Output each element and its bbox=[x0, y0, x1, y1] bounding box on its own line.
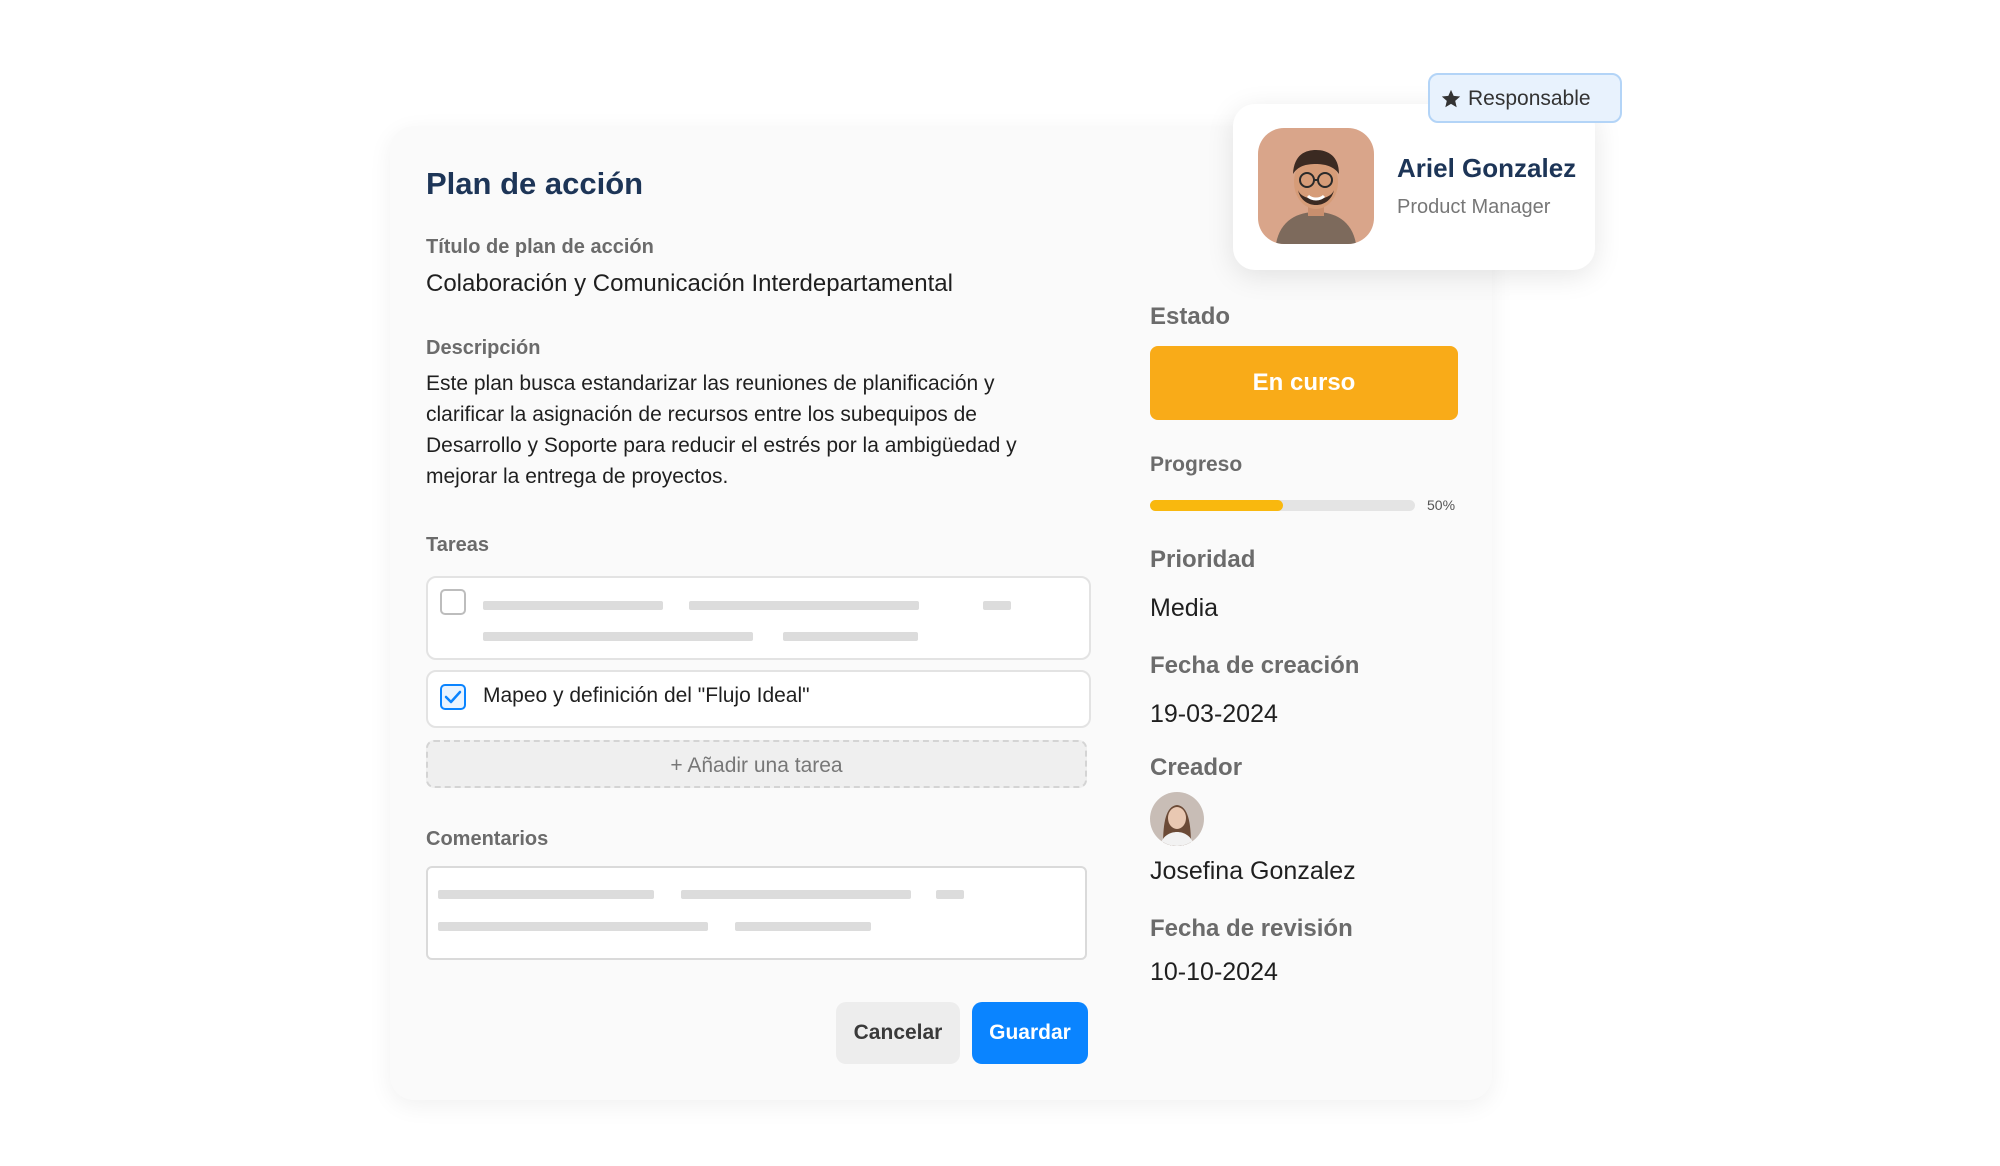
text-placeholder bbox=[438, 890, 654, 899]
page-title: Plan de acción bbox=[426, 166, 644, 201]
review-date-label: Fecha de revisión bbox=[1150, 915, 1353, 942]
text-placeholder bbox=[689, 601, 919, 610]
task-label: Mapeo y definición del "Flujo Ideal" bbox=[483, 684, 810, 707]
description-label: Descripción bbox=[426, 337, 541, 359]
review-date-value[interactable]: 10-10-2024 bbox=[1150, 958, 1278, 987]
text-placeholder bbox=[681, 890, 911, 899]
text-placeholder bbox=[783, 632, 918, 641]
status-dropdown[interactable]: En curso bbox=[1150, 346, 1458, 420]
progress-bar-fill bbox=[1150, 500, 1283, 511]
badge-label: Responsable bbox=[1468, 87, 1591, 110]
responsible-name: Ariel Gonzalez bbox=[1397, 153, 1577, 183]
text-placeholder bbox=[983, 601, 1011, 610]
task-checkbox[interactable] bbox=[440, 589, 466, 615]
tasks-label: Tareas bbox=[426, 534, 490, 556]
created-date-value: 19-03-2024 bbox=[1150, 700, 1278, 728]
responsible-avatar bbox=[1258, 128, 1374, 244]
star-icon bbox=[1441, 89, 1461, 108]
description-value[interactable]: Este plan busca estandarizar las reunion… bbox=[426, 368, 1066, 492]
text-placeholder bbox=[735, 922, 871, 931]
creator-name: Josefina Gonzalez bbox=[1150, 857, 1356, 885]
plan-title-value[interactable]: Colaboración y Comunicación Interdeparta… bbox=[426, 270, 953, 298]
plan-title-label: Título de plan de acción bbox=[426, 236, 654, 258]
progress-percent: 50% bbox=[1427, 497, 1456, 513]
priority-label: Prioridad bbox=[1150, 546, 1256, 573]
text-placeholder bbox=[483, 601, 663, 610]
creator-label: Creador bbox=[1150, 754, 1243, 781]
save-button[interactable]: Guardar bbox=[972, 1002, 1088, 1064]
task-item[interactable] bbox=[426, 576, 1091, 660]
progress-bar bbox=[1150, 500, 1415, 511]
task-item[interactable]: Mapeo y definición del "Flujo Ideal" bbox=[426, 670, 1091, 728]
text-placeholder bbox=[438, 922, 708, 931]
checkmark-icon bbox=[444, 690, 462, 704]
progress-label: Progreso bbox=[1150, 453, 1243, 476]
text-placeholder bbox=[936, 890, 964, 899]
created-date-label: Fecha de creación bbox=[1150, 652, 1360, 679]
priority-value[interactable]: Media bbox=[1150, 594, 1218, 623]
status-label: Estado bbox=[1150, 303, 1231, 330]
task-checkbox-checked[interactable] bbox=[440, 684, 466, 710]
cancel-button[interactable]: Cancelar bbox=[836, 1002, 960, 1064]
comments-label: Comentarios bbox=[426, 828, 549, 850]
comments-field[interactable] bbox=[426, 866, 1087, 960]
responsible-role: Product Manager bbox=[1397, 196, 1551, 218]
creator-avatar bbox=[1150, 792, 1204, 846]
text-placeholder bbox=[483, 632, 753, 641]
add-task-button[interactable]: + Añadir una tarea bbox=[426, 740, 1087, 788]
responsible-badge: Responsable bbox=[1428, 73, 1622, 123]
